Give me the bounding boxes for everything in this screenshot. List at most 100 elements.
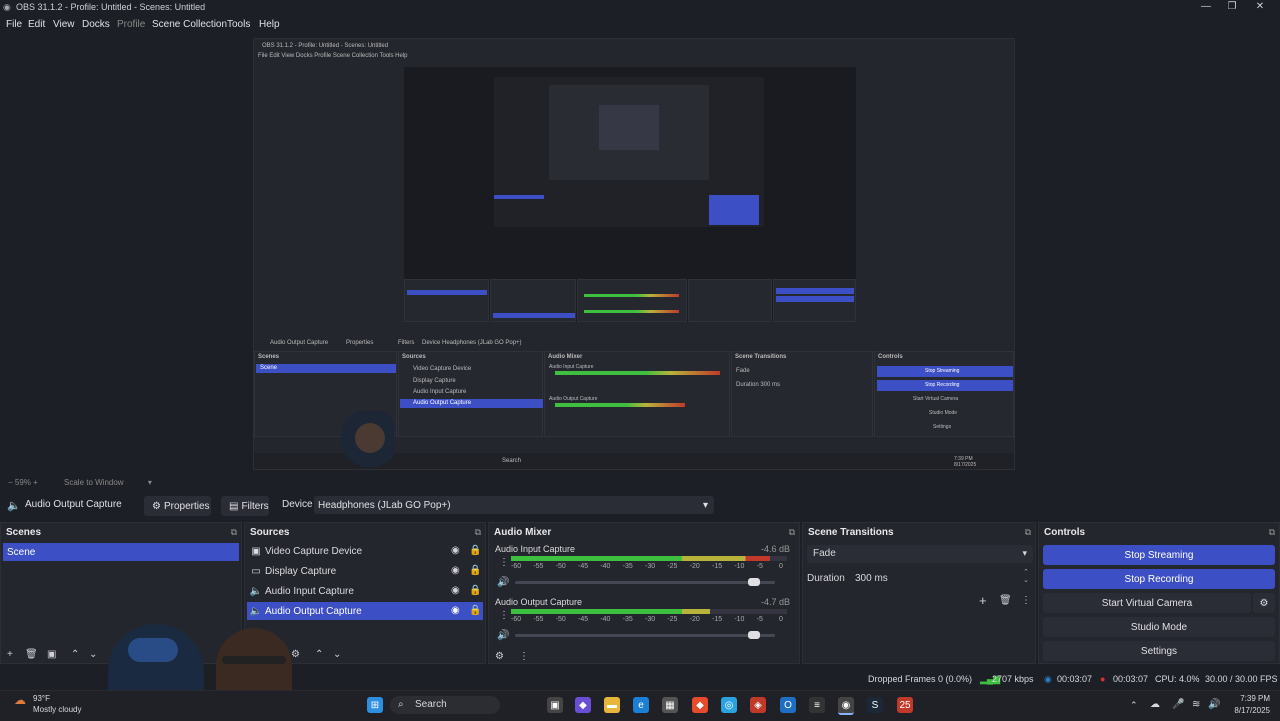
mixer-options-icon[interactable]: ⋮ xyxy=(519,651,529,662)
chrome-icon[interactable]: ◎ xyxy=(721,697,737,713)
move-scene-down-button[interactable]: ⌄ xyxy=(89,649,97,660)
maximize-button[interactable]: ❐ xyxy=(1222,1,1242,12)
app-25-icon[interactable]: 25 xyxy=(897,697,913,713)
cloud-icon[interactable]: ☁ xyxy=(1150,699,1160,710)
scale-tick-label: -45 xyxy=(578,563,589,570)
source-item[interactable]: ▭ Display Capture xyxy=(247,562,483,580)
scale-tick-label: -55 xyxy=(533,616,544,623)
move-scene-up-button[interactable]: ⌃ xyxy=(71,649,79,660)
menu-scene-collection[interactable]: Scene Collection xyxy=(152,19,227,30)
lock-icon[interactable]: 🔒 xyxy=(469,545,481,556)
clock-time[interactable]: 7:39 PM xyxy=(1234,694,1270,703)
settings-button[interactable]: Settings xyxy=(1043,641,1275,661)
scale-tick-label: -55 xyxy=(533,563,544,570)
remove-transition-button[interactable]: 🗑 xyxy=(999,595,1012,606)
file-explorer-icon[interactable]: ▬ xyxy=(604,697,620,713)
eye-icon[interactable]: ◉ xyxy=(451,565,460,576)
duration-value: 300 ms xyxy=(855,573,888,584)
device-select[interactable]: Headphones (JLab GO Pop+) ▾ xyxy=(314,496,714,514)
lock-icon[interactable]: 🔒 xyxy=(469,565,481,576)
edge-icon[interactable]: e xyxy=(633,697,649,713)
lock-icon[interactable]: 🔒 xyxy=(469,605,481,616)
advanced-audio-gear-icon[interactable]: ⚙ xyxy=(495,651,504,662)
source-item[interactable]: ▣ Video Capture Device xyxy=(247,542,483,560)
transition-options-icon[interactable]: ⋮ xyxy=(1021,595,1031,606)
clock-date[interactable]: 8/17/2025 xyxy=(1230,706,1270,715)
menu-profile[interactable]: Profile xyxy=(117,19,145,30)
app-diamond-icon[interactable]: ◆ xyxy=(692,697,708,713)
add-scene-button[interactable]: + xyxy=(7,649,13,660)
filters-button[interactable]: ▤ Filters xyxy=(221,496,269,516)
scale-tick-label: -15 xyxy=(712,563,723,570)
scale-tick-label: -20 xyxy=(689,616,700,623)
close-button[interactable]: ✕ xyxy=(1250,1,1270,12)
terminal-icon[interactable]: ≡ xyxy=(809,697,825,713)
scene-filters-button[interactable]: ▣ xyxy=(47,649,56,660)
eye-icon[interactable]: ◉ xyxy=(451,605,460,616)
menu-docks[interactable]: Docks xyxy=(82,19,110,30)
windows-start-icon[interactable]: ⊞ xyxy=(367,697,383,713)
menu-file[interactable]: File xyxy=(6,19,22,30)
volume-slider-handle[interactable] xyxy=(748,631,761,639)
eye-icon[interactable]: ◉ xyxy=(451,545,460,556)
menu-tools[interactable]: Tools xyxy=(227,19,250,30)
duration-stepper[interactable]: ⌃ ⌄ xyxy=(1023,569,1029,585)
lock-icon[interactable]: 🔒 xyxy=(469,585,481,596)
dock-float-icon[interactable]: ⧉ xyxy=(789,527,795,538)
obs-taskbar-icon[interactable]: ◉ xyxy=(838,697,854,715)
microphone-icon[interactable]: 🎤 xyxy=(1172,699,1184,710)
preview-canvas[interactable]: OBS 31.1.2 - Profile: Untitled - Scenes:… xyxy=(253,38,1015,470)
mixer-menu-icon[interactable]: ⋮ xyxy=(499,557,509,568)
taskbar-search[interactable]: ⌕ Search xyxy=(390,696,500,714)
zoom-level[interactable]: − 59% + xyxy=(8,478,38,487)
studio-mode-button[interactable]: Studio Mode xyxy=(1043,617,1275,637)
source-item[interactable]: 🔈 Audio Input Capture xyxy=(247,582,483,600)
chevron-up-icon[interactable]: ⌃ xyxy=(1130,700,1138,711)
add-transition-button[interactable]: + xyxy=(979,593,987,608)
dock-float-icon[interactable]: ⧉ xyxy=(231,527,237,538)
speaker-mute-icon[interactable]: 🔊 xyxy=(497,577,509,588)
copilot-icon[interactable]: ◆ xyxy=(575,697,591,713)
volume-icon[interactable]: 🔊 xyxy=(1208,699,1220,710)
nested-menu: File Edit View Docks Profile Scene Colle… xyxy=(258,53,408,59)
dock-float-icon[interactable]: ⧉ xyxy=(1269,527,1275,538)
weather-temp[interactable]: 93°F xyxy=(33,694,50,703)
start-virtual-camera-button[interactable]: Start Virtual Camera xyxy=(1043,593,1251,613)
menu-help[interactable]: Help xyxy=(259,19,280,30)
weather-desc[interactable]: Mostly cloudy xyxy=(33,705,81,714)
menu-edit[interactable]: Edit xyxy=(28,19,45,30)
task-view-icon[interactable]: ▣ xyxy=(547,697,563,713)
move-source-down-button[interactable]: ⌄ xyxy=(333,649,341,660)
scale-mode-value: Scale to Window xyxy=(64,478,124,487)
speaker-mute-icon[interactable]: 🔊 xyxy=(497,630,509,641)
dock-float-icon[interactable]: ⧉ xyxy=(475,527,481,538)
device-label: Device xyxy=(282,499,313,510)
wifi-icon[interactable]: ≋ xyxy=(1192,699,1200,710)
scale-mode-select[interactable]: Scale to Window ▾ xyxy=(64,478,152,487)
virtual-camera-settings-gear-icon[interactable]: ⚙ xyxy=(1253,593,1275,613)
duration-field[interactable]: 300 ms ⌃ ⌄ xyxy=(851,569,1033,587)
fps: 30.00 / 30.00 FPS xyxy=(1205,674,1278,684)
volume-slider-track[interactable] xyxy=(515,581,775,584)
mixer-menu-icon[interactable]: ⋮ xyxy=(499,610,509,621)
properties-button[interactable]: ⚙ Properties xyxy=(144,496,211,516)
scene-item[interactable]: Scene xyxy=(3,543,239,561)
volume-slider-handle[interactable] xyxy=(748,578,761,586)
shield-app-icon[interactable]: ◈ xyxy=(750,697,766,713)
outlook-icon[interactable]: O xyxy=(780,697,796,713)
dock-float-icon[interactable]: ⧉ xyxy=(1025,527,1031,538)
move-source-up-button[interactable]: ⌃ xyxy=(315,649,323,660)
volume-slider-track[interactable] xyxy=(515,634,775,637)
scale-tick-label: -60 xyxy=(511,563,522,570)
steam-icon[interactable]: S xyxy=(867,697,883,713)
minimize-button[interactable]: — xyxy=(1196,1,1216,12)
stream-icon: ◉ xyxy=(1044,674,1052,684)
transition-select[interactable]: Fade ▾ xyxy=(807,545,1033,563)
store-icon[interactable]: ▦ xyxy=(662,697,678,713)
menu-view[interactable]: View xyxy=(53,19,75,30)
stop-recording-button[interactable]: Stop Recording xyxy=(1043,569,1275,589)
nested-controls-level2 xyxy=(709,195,759,225)
eye-icon[interactable]: ◉ xyxy=(451,585,460,596)
remove-scene-button[interactable]: 🗑 xyxy=(25,649,38,660)
stop-streaming-button[interactable]: Stop Streaming xyxy=(1043,545,1275,565)
